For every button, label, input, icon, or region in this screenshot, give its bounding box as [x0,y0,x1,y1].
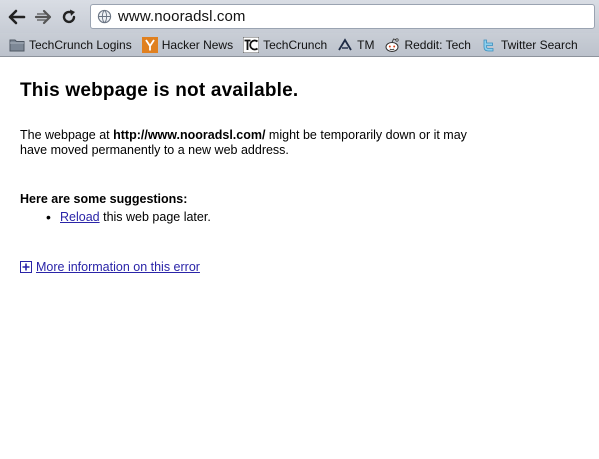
reddit-icon [384,37,400,53]
address-bar[interactable]: www.nooradsl.com [90,4,595,29]
error-description: The webpage at http://www.nooradsl.com/ … [20,128,470,158]
error-url: http://www.nooradsl.com/ [113,128,266,142]
error-title: This webpage is not available. [20,80,299,101]
suggestions-heading: Here are some suggestions: [20,192,188,206]
more-info-row[interactable]: More information on this error [20,260,580,274]
twitter-icon [481,37,497,53]
bookmark-label: TM [357,37,375,52]
bookmark-label: TechCrunch [263,37,328,52]
bookmark-techcrunch-logins[interactable]: TechCrunch Logins [5,35,136,55]
suggestions-list: Reload this web page later. [20,209,580,225]
techcrunch-icon [243,36,260,53]
bookmarks-bar: TechCrunch Logins Hacker News TechCrunch… [0,33,599,57]
reload-link[interactable]: Reload [60,210,100,224]
suggestion-text: this web page later. [99,210,211,224]
more-info-link[interactable]: More information on this error [36,260,200,274]
expand-plus-icon[interactable] [20,261,32,273]
globe-icon [96,9,112,25]
bookmark-hacker-news[interactable]: Hacker News [138,35,237,55]
reload-icon[interactable] [58,6,80,28]
bookmark-label: Reddit: Tech [404,37,471,52]
browser-toolbar: www.nooradsl.com [0,0,599,33]
bookmark-label: Hacker News [161,37,234,52]
tm-icon [337,37,353,53]
bookmark-reddit-tech[interactable]: Reddit: Tech [380,35,475,55]
suggestion-item: Reload this web page later. [46,209,580,225]
forward-arrow-icon[interactable] [32,6,54,28]
error-page: This webpage is not available. The webpa… [20,80,580,274]
bookmark-label: Twitter Search [500,37,578,52]
url-text: www.nooradsl.com [118,8,246,25]
bookmark-tm[interactable]: TM [333,35,378,55]
back-arrow-icon[interactable] [6,6,28,28]
folder-icon [9,37,25,53]
bookmark-twitter-search[interactable]: Twitter Search [477,35,582,55]
y-combinator-icon [141,36,158,53]
bookmark-label: TechCrunch Logins [29,37,132,52]
desc-prefix: The webpage at [20,128,114,142]
bookmark-techcrunch[interactable]: TechCrunch [239,35,331,55]
